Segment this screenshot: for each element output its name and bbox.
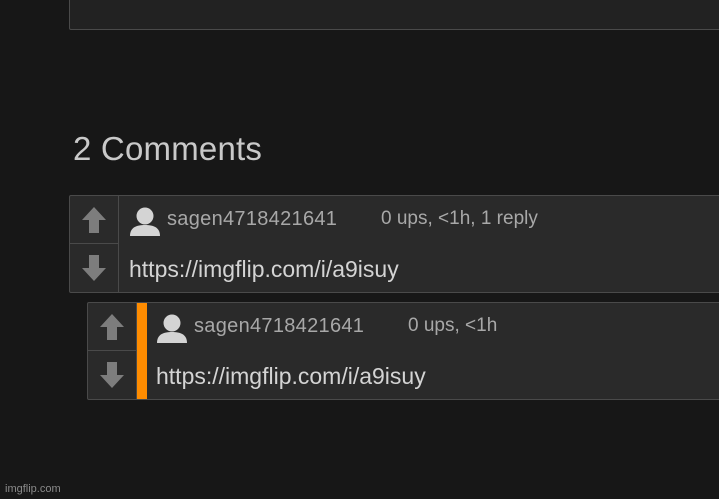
upvote-button[interactable] [70, 196, 118, 244]
reply-accent-bar [137, 303, 147, 399]
vote-column [70, 196, 119, 292]
comment-meta: 0 ups, <1h, 1 reply [381, 208, 538, 229]
reply-comment: sagen4718421641 0 ups, <1h https://imgfl… [87, 302, 719, 400]
comment-text[interactable]: https://imgflip.com/i/a9isuy [129, 256, 399, 283]
vote-column [88, 303, 137, 399]
comment: sagen4718421641 0 ups, <1h, 1 reply http… [69, 195, 719, 293]
imgflip-watermark: imgflip.com [5, 483, 61, 495]
comment-text[interactable]: https://imgflip.com/i/a9isuy [156, 363, 426, 390]
user-avatar-icon[interactable] [156, 312, 188, 344]
upvote-arrow-icon [82, 206, 106, 233]
upvote-arrow-icon [100, 313, 124, 340]
user-avatar-icon[interactable] [129, 205, 161, 237]
downvote-arrow-icon [100, 362, 124, 388]
comments-heading: 2 Comments [73, 130, 263, 167]
downvote-button[interactable] [88, 351, 136, 399]
upvote-button[interactable] [88, 303, 136, 351]
downvote-arrow-icon [82, 255, 106, 281]
comment-username[interactable]: sagen4718421641 [167, 208, 337, 231]
previous-content-panel [69, 0, 719, 30]
comment-username[interactable]: sagen4718421641 [194, 315, 364, 338]
downvote-button[interactable] [70, 244, 118, 292]
comment-meta: 0 ups, <1h [408, 315, 498, 336]
